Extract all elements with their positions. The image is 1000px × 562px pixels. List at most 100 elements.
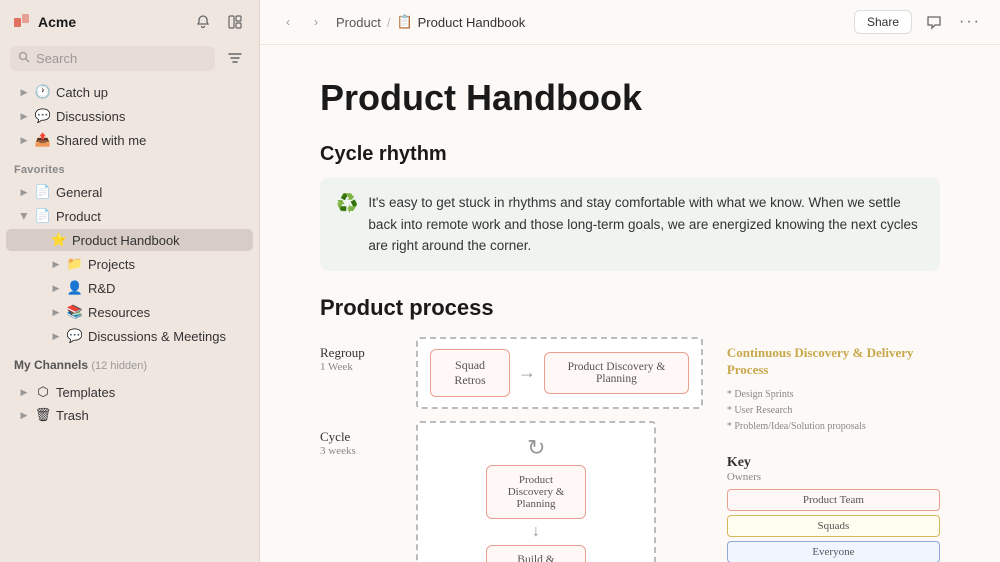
product-discovery-planning-card2: Product Discovery & Planning bbox=[486, 465, 586, 519]
channels-hidden-count: (12 hidden) bbox=[91, 360, 147, 372]
product-document-icon: 📄 bbox=[34, 208, 52, 224]
document-icon: 📄 bbox=[34, 184, 52, 200]
back-button[interactable]: ‹ bbox=[276, 10, 300, 34]
resources-label: Resources bbox=[88, 305, 150, 320]
regroup-label: Regroup 1 Week bbox=[320, 337, 400, 373]
favorites-label: Favorites bbox=[0, 152, 259, 180]
search-placeholder: Search bbox=[36, 51, 77, 66]
product-label: Product bbox=[56, 209, 101, 224]
diagram-right: Continuous Discovery & Delivery Process … bbox=[727, 337, 940, 562]
general-label: General bbox=[56, 185, 102, 200]
cycle-inner: ↺ Product Discovery & Planning ↓ Build &… bbox=[430, 435, 642, 562]
build-launch-card: Build & Launch bbox=[486, 545, 586, 562]
sidebar-item-rd[interactable]: ▶ 👤 R&D bbox=[6, 277, 253, 299]
sidebar-item-discussions[interactable]: ▶ 💬 Discussions bbox=[6, 105, 253, 127]
more-options-icon[interactable]: ··· bbox=[956, 8, 984, 36]
regroup-section: Regroup 1 Week Squad Retros → Product Di… bbox=[320, 337, 703, 409]
clock-icon: 🕐 bbox=[34, 84, 52, 100]
key-title: Key bbox=[727, 455, 940, 471]
projects-label: Projects bbox=[88, 257, 135, 272]
discussions-meetings-icon: 💬 bbox=[66, 328, 84, 344]
templates-label: Templates bbox=[56, 385, 115, 400]
search-icon bbox=[18, 51, 30, 66]
sidebar-header-icons bbox=[191, 10, 247, 34]
notification-icon[interactable] bbox=[191, 10, 215, 34]
callout-box: ♻️ It's easy to get stuck in rhythms and… bbox=[320, 178, 940, 271]
sidebar-item-resources[interactable]: ▶ 📚 Resources bbox=[6, 301, 253, 323]
comment-icon[interactable] bbox=[920, 8, 948, 36]
regroup-box: Squad Retros → Product Discovery & Plann… bbox=[416, 337, 703, 409]
star-icon: ⭐ bbox=[50, 232, 68, 248]
arrow-icon: ▶ bbox=[18, 410, 30, 421]
sidebar-item-product[interactable]: ▶ 📄 Product bbox=[6, 205, 253, 227]
arrow-icon: ▶ bbox=[50, 331, 62, 342]
discussions-label: Discussions bbox=[56, 109, 125, 124]
arrow-icon: ▶ bbox=[18, 111, 30, 122]
key-item-everyone: Everyone bbox=[727, 541, 940, 562]
breadcrumb-separator: / bbox=[387, 15, 391, 30]
arrow-icon: ▶ bbox=[18, 387, 30, 398]
trash-icon: 🗑 bbox=[34, 407, 52, 423]
rd-label: R&D bbox=[88, 281, 115, 296]
sidebar-item-projects[interactable]: ▶ 📁 Projects bbox=[6, 253, 253, 275]
topbar: ‹ › Product / 📋 Product Handbook Share ·… bbox=[260, 0, 1000, 45]
trash-label: Trash bbox=[56, 408, 89, 423]
share-button[interactable]: Share bbox=[854, 10, 912, 34]
continuous-discovery-label: Continuous Discovery & Delivery Process bbox=[727, 345, 940, 379]
topbar-actions: Share ··· bbox=[854, 8, 984, 36]
forward-button[interactable]: › bbox=[304, 10, 328, 34]
product-process-heading: Product process bbox=[320, 295, 940, 321]
key-item-squads: Squads bbox=[727, 515, 940, 537]
sidebar-item-product-handbook[interactable]: ⭐ Product Handbook bbox=[6, 229, 253, 251]
sidebar-header: Acme bbox=[0, 0, 259, 40]
discussions-meetings-label: Discussions & Meetings bbox=[88, 329, 226, 344]
arrow-icon: ▶ bbox=[18, 87, 30, 98]
shared-label: Shared with me bbox=[56, 133, 146, 148]
catchup-label: Catch up bbox=[56, 85, 108, 100]
templates-icon: ⬡ bbox=[34, 384, 52, 400]
sidebar-item-trash[interactable]: ▶ 🗑 Trash bbox=[6, 404, 253, 426]
key-item-product-team: Product Team bbox=[727, 489, 940, 511]
content-area: Product Handbook Cycle rhythm ♻️ It's ea… bbox=[260, 45, 1000, 562]
rd-icon: 👤 bbox=[66, 280, 84, 296]
arrow-icon: ▶ bbox=[18, 187, 30, 198]
sidebar-item-templates[interactable]: ▶ ⬡ Templates bbox=[6, 381, 253, 403]
product-handbook-label: Product Handbook bbox=[72, 233, 180, 248]
main-content: ‹ › Product / 📋 Product Handbook Share ·… bbox=[260, 0, 1000, 562]
resources-icon: 📚 bbox=[66, 304, 84, 320]
arrow-expanded-icon: ▶ bbox=[19, 210, 30, 222]
topbar-nav: ‹ › bbox=[276, 10, 328, 34]
app-title-row: Acme bbox=[12, 12, 76, 32]
app-logo bbox=[12, 12, 32, 32]
folder-icon: 📁 bbox=[66, 256, 84, 272]
app-title: Acme bbox=[38, 14, 76, 30]
product-discovery-planning-card: Product Discovery & Planning bbox=[544, 352, 689, 394]
page-title: Product Handbook bbox=[320, 77, 940, 119]
cycle-box: ↺ Product Discovery & Planning ↓ Build &… bbox=[416, 421, 656, 562]
sidebar-item-discussions-meetings[interactable]: ▶ 💬 Discussions & Meetings bbox=[6, 325, 253, 347]
cycle-rhythm-heading: Cycle rhythm bbox=[320, 143, 940, 166]
arrow-right-icon: → bbox=[518, 362, 536, 383]
diagram-left: Regroup 1 Week Squad Retros → Product Di… bbox=[320, 337, 703, 562]
arrow-icon: ▶ bbox=[50, 259, 62, 270]
filter-icon[interactable] bbox=[221, 44, 249, 72]
shared-icon: 📤 bbox=[34, 132, 52, 148]
sidebar-bottom: ▶ ⬡ Templates ▶ 🗑 Trash bbox=[0, 380, 259, 427]
breadcrumb-parent[interactable]: Product bbox=[336, 15, 381, 30]
sidebar-item-catchup[interactable]: ▶ 🕐 Catch up bbox=[6, 81, 253, 103]
arrow-icon: ▶ bbox=[50, 307, 62, 318]
chat-icon: 💬 bbox=[34, 108, 52, 124]
search-row: Search bbox=[0, 40, 259, 80]
layout-icon[interactable] bbox=[223, 10, 247, 34]
breadcrumb-current: 📋 Product Handbook bbox=[396, 14, 525, 30]
sidebar-item-shared[interactable]: ▶ 📤 Shared with me bbox=[6, 129, 253, 151]
sidebar: Acme bbox=[0, 0, 260, 562]
sidebar-item-general[interactable]: ▶ 📄 General bbox=[6, 181, 253, 203]
cycle-cards-row: ↺ Product Discovery & Planning ↓ Build &… bbox=[486, 435, 586, 562]
channels-section-label: My Channels (12 hidden) bbox=[0, 348, 259, 376]
key-subtitle: Owners bbox=[727, 471, 940, 483]
recycle-icon: ♻️ bbox=[336, 193, 358, 214]
cycle-section: Cycle 3 weeks ↺ Product Discovery & Plan… bbox=[320, 421, 703, 562]
search-box[interactable]: Search bbox=[10, 46, 215, 71]
key-box: Key Owners Product Team Squads Everyone bbox=[727, 455, 940, 562]
